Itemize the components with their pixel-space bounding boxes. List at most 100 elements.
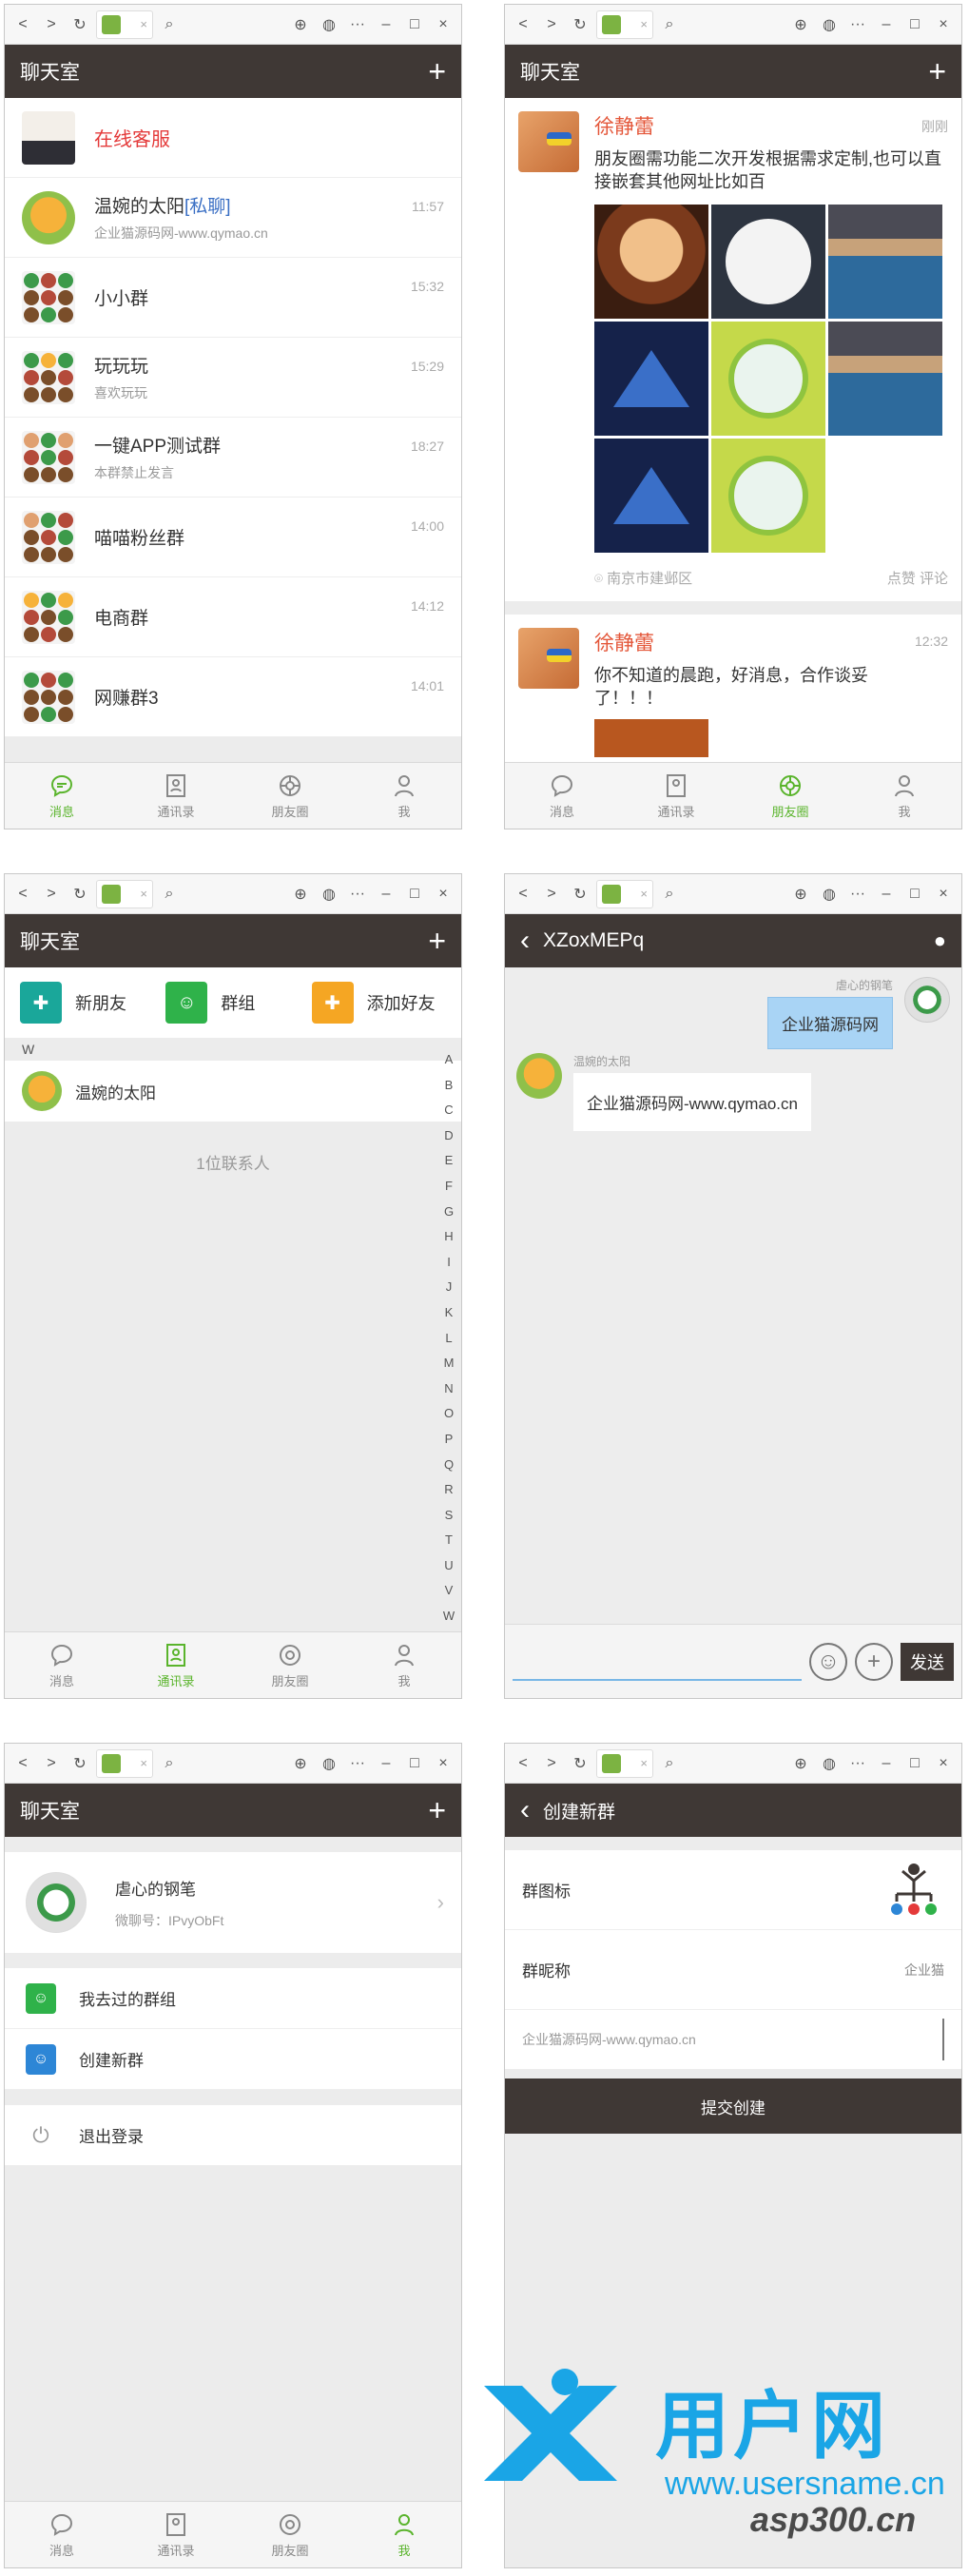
back-arrow-icon[interactable]: ‹ — [520, 1796, 530, 1825]
minimize-icon[interactable]: – — [874, 12, 899, 37]
close-window-icon[interactable]: × — [431, 1751, 455, 1776]
forward-icon[interactable]: > — [539, 1751, 564, 1776]
tab-messages[interactable]: 消息 — [5, 763, 119, 829]
back-icon[interactable]: < — [10, 882, 35, 907]
minimize-icon[interactable]: – — [374, 882, 398, 907]
download-icon[interactable]: ⊕ — [288, 882, 313, 907]
more-icon[interactable]: ··· — [345, 12, 370, 37]
group-description-input[interactable]: 企业猫源码网-www.qymao.cn — [505, 2010, 961, 2069]
back-arrow-icon[interactable]: ‹ — [520, 927, 530, 955]
index-letter[interactable]: V — [445, 1578, 454, 1604]
tab-moments[interactable]: 朋友圈 — [233, 763, 347, 829]
emoji-icon[interactable]: ☺ — [809, 1642, 847, 1681]
index-letter[interactable]: A — [445, 1047, 454, 1073]
search-icon[interactable]: ⌕ — [157, 12, 182, 37]
browser-tab[interactable]: × — [96, 1748, 153, 1778]
photo[interactable] — [711, 439, 825, 553]
globe-icon[interactable]: ◍ — [817, 882, 842, 907]
chat-item[interactable]: 一键APP测试群 本群禁止发言 18:27 — [5, 418, 461, 498]
forward-icon[interactable]: > — [539, 12, 564, 37]
message-input[interactable] — [513, 1643, 802, 1681]
minimize-icon[interactable]: – — [874, 882, 899, 907]
download-icon[interactable]: ⊕ — [288, 1751, 313, 1776]
maximize-icon[interactable]: □ — [902, 1751, 927, 1776]
photo[interactable] — [594, 205, 708, 319]
tab-me[interactable]: 我 — [847, 763, 961, 829]
index-letter[interactable]: B — [445, 1073, 454, 1099]
back-icon[interactable]: < — [10, 12, 35, 37]
index-letter[interactable]: H — [444, 1224, 453, 1250]
post-author[interactable]: 徐静蕾 — [594, 628, 948, 656]
tab-moments[interactable]: 朋友圈 — [233, 2502, 347, 2567]
tab-me[interactable]: 我 — [347, 1632, 461, 1698]
maximize-icon[interactable]: □ — [402, 1751, 427, 1776]
photo[interactable] — [594, 439, 708, 553]
group-nickname-input[interactable]: 企业猫 — [904, 1961, 944, 1980]
reload-icon[interactable]: ↻ — [68, 882, 92, 907]
search-icon[interactable]: ⌕ — [657, 882, 682, 907]
group-icon-row[interactable]: 群图标 — [505, 1850, 961, 1930]
photo[interactable] — [594, 719, 708, 757]
index-letter[interactable]: U — [444, 1553, 453, 1579]
chat-item[interactable]: 电商群 14:12 — [5, 577, 461, 657]
photo[interactable] — [711, 322, 825, 436]
forward-icon[interactable]: > — [39, 12, 64, 37]
index-letter[interactable]: E — [445, 1148, 454, 1174]
post-actions[interactable]: 点赞 评论 — [887, 568, 948, 588]
forward-icon[interactable]: > — [539, 882, 564, 907]
search-icon[interactable]: ⌕ — [657, 12, 682, 37]
forward-icon[interactable]: > — [39, 1751, 64, 1776]
close-window-icon[interactable]: × — [931, 1751, 956, 1776]
index-letter[interactable]: D — [444, 1123, 453, 1149]
post-author[interactable]: 徐静蕾 — [594, 111, 948, 140]
chat-item[interactable]: 喵喵粉丝群 14:00 — [5, 498, 461, 577]
photo[interactable] — [828, 205, 942, 319]
alphabet-index[interactable]: ABCDEFGHIJKLMNOPQRSTUVWXYZ — [440, 1047, 457, 1698]
index-letter[interactable]: N — [444, 1376, 453, 1402]
index-letter[interactable]: G — [444, 1200, 454, 1225]
close-tab-icon[interactable]: × — [640, 1756, 648, 1770]
maximize-icon[interactable]: □ — [902, 882, 927, 907]
maximize-icon[interactable]: □ — [402, 882, 427, 907]
tab-messages[interactable]: 消息 — [5, 2502, 119, 2567]
reload-icon[interactable]: ↻ — [68, 12, 92, 37]
more-icon[interactable]: ··· — [345, 1751, 370, 1776]
close-tab-icon[interactable]: × — [140, 17, 147, 31]
send-button[interactable]: 发送 — [901, 1642, 954, 1681]
reload-icon[interactable]: ↻ — [568, 12, 592, 37]
message-bubble[interactable]: 企业猫源码网-www.qymao.cn — [573, 1073, 811, 1131]
add-icon[interactable]: + — [855, 1642, 893, 1681]
globe-icon[interactable]: ◍ — [317, 1751, 341, 1776]
tab-moments[interactable]: 朋友圈 — [733, 763, 847, 829]
add-friend-button[interactable]: ✚ 添加好友 — [311, 982, 446, 1024]
photo[interactable] — [711, 205, 825, 319]
minimize-icon[interactable]: – — [374, 1751, 398, 1776]
index-letter[interactable]: P — [445, 1427, 454, 1453]
index-letter[interactable]: J — [446, 1275, 453, 1300]
index-letter[interactable]: S — [445, 1503, 454, 1529]
reload-icon[interactable]: ↻ — [568, 1751, 592, 1776]
globe-icon[interactable]: ◍ — [317, 12, 341, 37]
download-icon[interactable]: ⊕ — [788, 882, 813, 907]
menu-visited-groups[interactable]: ☺ 我去过的群组 — [5, 1968, 461, 2029]
minimize-icon[interactable]: – — [374, 12, 398, 37]
tab-moments[interactable]: 朋友圈 — [233, 1632, 347, 1698]
reload-icon[interactable]: ↻ — [568, 882, 592, 907]
chat-item[interactable]: 玩玩玩 喜欢玩玩 15:29 — [5, 338, 461, 418]
close-tab-icon[interactable]: × — [140, 887, 147, 901]
chat-item-support[interactable]: 在线客服 — [5, 98, 461, 178]
download-icon[interactable]: ⊕ — [288, 12, 313, 37]
chat-item[interactable]: 小小群 15:32 — [5, 258, 461, 338]
index-letter[interactable]: I — [447, 1250, 451, 1276]
browser-tab[interactable]: × — [96, 879, 153, 908]
index-letter[interactable]: M — [444, 1351, 455, 1376]
submit-create-button[interactable]: 提交创建 — [505, 2078, 961, 2134]
forward-icon[interactable]: > — [39, 882, 64, 907]
download-icon[interactable]: ⊕ — [788, 1751, 813, 1776]
close-window-icon[interactable]: × — [431, 12, 455, 37]
search-icon[interactable]: ⌕ — [157, 1751, 182, 1776]
close-tab-icon[interactable]: × — [140, 1756, 147, 1770]
tab-contacts[interactable]: 通讯录 — [619, 763, 733, 829]
menu-logout[interactable]: ⏻ 退出登录 — [5, 2105, 461, 2166]
chat-item[interactable]: 温婉的太阳[私聊] 企业猫源码网-www.qymao.cn 11:57 — [5, 178, 461, 258]
